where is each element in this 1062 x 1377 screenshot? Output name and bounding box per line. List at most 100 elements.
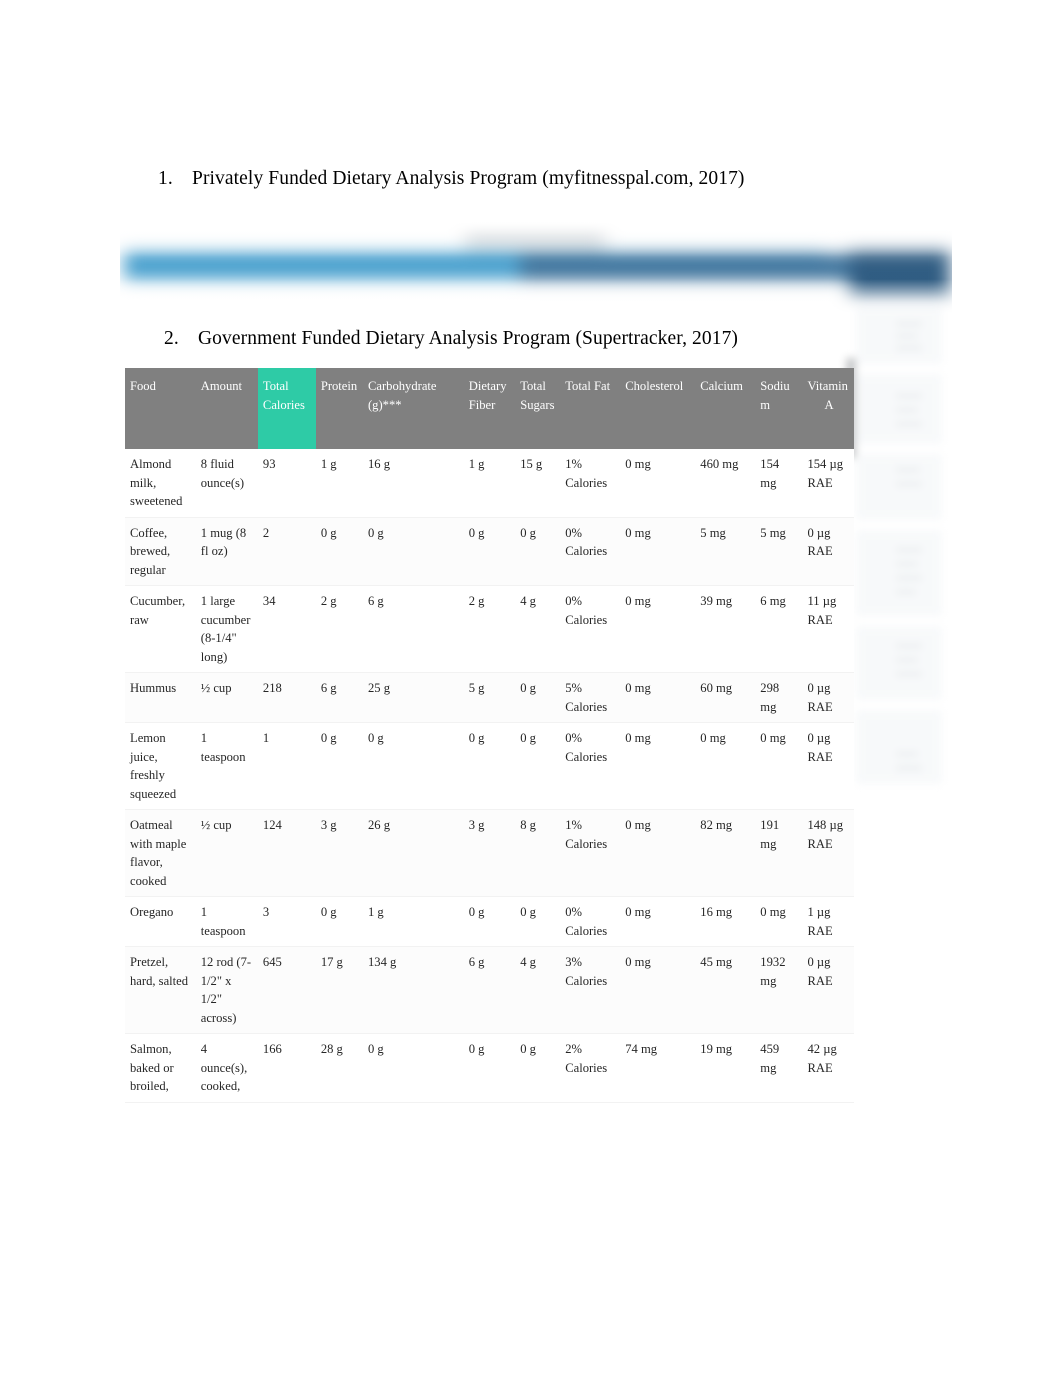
cell-carbohydrate: 16 g [362, 449, 464, 518]
cell-protein: 0 g [315, 517, 363, 586]
cell-total-fat: 0% Calories [560, 517, 621, 586]
column-header-amount[interactable]: Amount [195, 368, 258, 449]
cell-total-calories: 124 [257, 809, 316, 897]
cell-total-calories: 34 [257, 585, 316, 673]
cell-carbohydrate: 26 g [362, 809, 464, 897]
cell-total-sugars: 0 g [515, 672, 561, 723]
cell-sodium: 459 mg [755, 1033, 803, 1103]
cell-cholesterol: 0 mg [620, 517, 696, 586]
cell-dietary-fiber: 1 g [463, 449, 516, 518]
cell-protein: 6 g [315, 672, 363, 723]
column-header-total-calories[interactable]: Total Calories [257, 368, 316, 449]
column-header-cholesterol[interactable]: Cholesterol [620, 368, 696, 449]
cell-cholesterol: 0 mg [620, 585, 696, 673]
cell-food: Hummus [125, 672, 196, 723]
cell-sodium: 0 mg [755, 896, 803, 947]
table-row: Hummus ½ cup 218 6 g 25 g5 g0 g 5% Calories 0 … [125, 672, 854, 723]
cell-total-fat: 1% Calories [560, 809, 621, 897]
cell-total-calories: 3 [257, 896, 316, 947]
cell-food: Oregano [125, 896, 196, 947]
cell-amount: 1 teaspoon [195, 722, 258, 810]
cell-cholesterol: 0 mg [620, 946, 696, 1034]
cell-amount: 1 teaspoon [195, 896, 258, 947]
cell-amount: 1 mug (8 fl oz) [195, 517, 258, 586]
column-header-total-sugars[interactable]: Total Sugars [515, 368, 561, 449]
table-row: Oregano 1 teaspoon 3 0 g1 g0 g0 g 0% Calorie… [125, 896, 854, 947]
cell-sodium: 0 mg [755, 722, 803, 810]
cell-total-sugars: 0 g [515, 1033, 561, 1103]
cell-calcium: 45 mg [695, 946, 756, 1034]
cell-dietary-fiber: 5 g [463, 672, 516, 723]
cell-total-fat: 5% Calories [560, 672, 621, 723]
cell-food: Almond milk, sweetened [125, 449, 196, 518]
cell-carbohydrate: 1 g [362, 896, 464, 947]
cell-total-calories: 2 [257, 517, 316, 586]
cell-total-fat: 1% Calories [560, 449, 621, 518]
cell-sodium: 298 mg [755, 672, 803, 723]
cell-sodium: 154 mg [755, 449, 803, 518]
cell-amount: 12 rod (7-1/2" x 1/2" across) [195, 946, 258, 1034]
table-row: Lemon juice, freshly squeezed 1 teaspoon 1… [125, 722, 854, 810]
cell-cholesterol: 0 mg [620, 672, 696, 723]
cell-total-sugars: 0 g [515, 722, 561, 810]
cell-dietary-fiber: 6 g [463, 946, 516, 1034]
column-header-calcium[interactable]: Calcium [695, 368, 756, 449]
cell-amount: 1 large cucumber (8-1/4" long) [195, 585, 258, 673]
cell-total-sugars: 8 g [515, 809, 561, 897]
cell-sodium: 191 mg [755, 809, 803, 897]
cell-food: Oatmeal with maple flavor, cooked [125, 809, 196, 897]
table-body: Almond milk, sweetened 8 fluid ounce(s) 93… [125, 449, 854, 1103]
cell-carbohydrate: 0 g [362, 517, 464, 586]
cell-total-sugars: 15 g [515, 449, 561, 518]
cell-vitamin-a: 0 µg RAE [802, 672, 854, 723]
cell-calcium: 19 mg [695, 1033, 756, 1103]
cell-carbohydrate: 6 g [362, 585, 464, 673]
cell-calcium: 0 mg [695, 722, 756, 810]
cell-total-sugars: 4 g [515, 585, 561, 673]
column-header-dietary-fiber[interactable]: Dietary Fiber [463, 368, 516, 449]
cell-total-calories: 645 [257, 946, 316, 1034]
column-header-vitamin-a[interactable]: Vitamin A [802, 368, 854, 449]
page-bottom-margin [0, 1240, 1062, 1377]
column-header-protein[interactable]: Protein [315, 368, 363, 449]
cell-food: Coffee, brewed, regular [125, 517, 196, 586]
cell-total-sugars: 0 g [515, 896, 561, 947]
cell-cholesterol: 74 mg [620, 1033, 696, 1103]
cell-dietary-fiber: 0 g [463, 517, 516, 586]
column-header-sodium[interactable]: Sodium [755, 368, 803, 449]
table-header: Food Amount Total Calories Protein Carbo… [125, 368, 854, 449]
cell-vitamin-a: 154 µg RAE [802, 449, 854, 518]
cell-protein: 3 g [315, 809, 363, 897]
cell-carbohydrate: 25 g [362, 672, 464, 723]
table-row: Salmon, baked or broiled, 4 ounce(s), coo… [125, 1033, 854, 1103]
cell-dietary-fiber: 0 g [463, 1033, 516, 1103]
cell-calcium: 82 mg [695, 809, 756, 897]
cell-total-fat: 0% Calories [560, 896, 621, 947]
cell-protein: 0 g [315, 896, 363, 947]
cell-food: Salmon, baked or broiled, [125, 1033, 196, 1103]
cell-total-calories: 1 [257, 722, 316, 810]
cell-vitamin-a: 0 µg RAE [802, 946, 854, 1034]
table-row: Almond milk, sweetened 8 fluid ounce(s) 93… [125, 449, 854, 518]
cell-dietary-fiber: 2 g [463, 585, 516, 673]
cell-protein: 2 g [315, 585, 363, 673]
cell-sodium: 5 mg [755, 517, 803, 586]
cell-cholesterol: 0 mg [620, 896, 696, 947]
column-header-food[interactable]: Food [125, 368, 196, 449]
table-clip-region: Food Amount Total Calories Protein Carbo… [0, 0, 1062, 1240]
cell-total-fat: 2% Calories [560, 1033, 621, 1103]
cell-dietary-fiber: 0 g [463, 722, 516, 810]
cell-cholesterol: 0 mg [620, 449, 696, 518]
vitamin-a-line-2: A [824, 397, 834, 412]
column-header-carbohydrate[interactable]: Carbohydrate (g)*** [362, 368, 464, 449]
document-page: 1. Privately Funded Dietary Analysis Prog… [0, 0, 1062, 1377]
cell-vitamin-a: 0 µg RAE [802, 722, 854, 810]
cell-protein: 0 g [315, 722, 363, 810]
cell-total-fat: 0% Calories [560, 585, 621, 673]
column-header-total-fat[interactable]: Total Fat [560, 368, 621, 449]
table-row: Oatmeal with maple flavor, cooked ½ cup 12… [125, 809, 854, 897]
table-header-row: Food Amount Total Calories Protein Carbo… [125, 368, 854, 449]
cell-vitamin-a: 11 µg RAE [802, 585, 854, 673]
cell-carbohydrate: 134 g [362, 946, 464, 1034]
cell-food: Lemon juice, freshly squeezed [125, 722, 196, 810]
